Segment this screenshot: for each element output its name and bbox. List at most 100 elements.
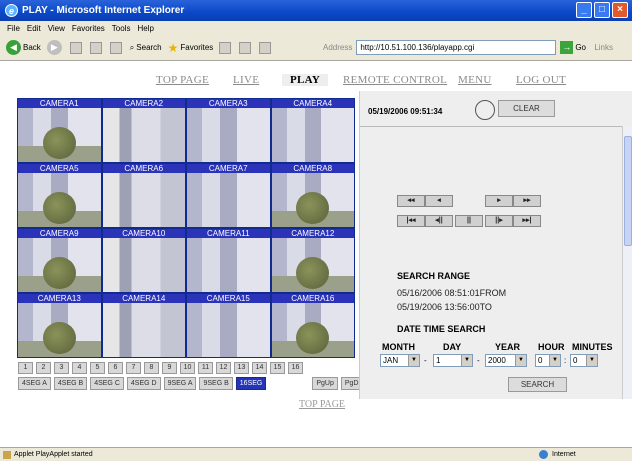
pause-button[interactable]: ||: [455, 215, 483, 227]
camera-title: CAMERA15: [187, 294, 270, 303]
fast-forward-button[interactable]: ▸▸: [513, 195, 541, 207]
status-circle-icon: [475, 100, 495, 120]
camera-number-button[interactable]: 3: [54, 362, 69, 374]
camera-tile[interactable]: CAMERA4: [271, 99, 354, 162]
applet-icon: [3, 451, 11, 459]
camera-tile[interactable]: CAMERA1: [18, 99, 101, 162]
address-input[interactable]: http://10.51.100.136/playapp.cgi: [356, 40, 557, 55]
scrollbar-thumb[interactable]: [624, 136, 632, 246]
segment-button[interactable]: 4SEG B: [53, 377, 88, 390]
menu-favorites[interactable]: Favorites: [72, 24, 105, 33]
menu-help[interactable]: Help: [137, 24, 153, 33]
camera-tile[interactable]: CAMERA11: [187, 229, 270, 292]
camera-number-button[interactable]: 11: [198, 362, 213, 374]
links-label[interactable]: Links: [594, 43, 613, 52]
menu-tools[interactable]: Tools: [112, 24, 131, 33]
camera-number-button[interactable]: 15: [270, 362, 285, 374]
segment-button[interactable]: 4SEG D: [126, 377, 161, 390]
camera-feed-image: [18, 238, 101, 292]
hour-select[interactable]: 0 ▼: [535, 354, 561, 367]
nav-menu[interactable]: MENU: [458, 74, 492, 86]
camera-tile[interactable]: CAMERA9: [18, 229, 101, 292]
camera-number-button[interactable]: 1: [18, 362, 33, 374]
camera-tile[interactable]: CAMERA2: [102, 99, 185, 162]
camera-feed-image: [271, 173, 354, 227]
camera-number-button[interactable]: 10: [180, 362, 195, 374]
camera-number-button[interactable]: 4: [72, 362, 87, 374]
camera-tile[interactable]: CAMERA14: [102, 294, 185, 357]
day-select[interactable]: 1 ▼: [433, 354, 473, 367]
camera-tile[interactable]: CAMERA15: [187, 294, 270, 357]
mail-icon: [239, 41, 252, 54]
status-bar: Applet PlayApplet started Internet: [0, 447, 632, 461]
play-button[interactable]: ▸: [485, 195, 513, 207]
camera-tile[interactable]: CAMERA16: [271, 294, 354, 357]
camera-number-button[interactable]: 13: [234, 362, 249, 374]
nav-play[interactable]: PLAY: [282, 74, 329, 86]
window-titlebar: e PLAY - Microsoft Internet Explorer _ □…: [0, 0, 632, 21]
camera-feed-image: [271, 108, 354, 162]
segment-button[interactable]: 4SEG A: [18, 377, 51, 390]
camera-feed-image: [187, 108, 270, 162]
history-button[interactable]: [219, 41, 233, 54]
step-back-button[interactable]: ◂||: [425, 215, 453, 227]
camera-tile[interactable]: CAMERA10: [102, 229, 185, 292]
search-button[interactable]: SEARCH: [508, 377, 567, 392]
camera-tile[interactable]: CAMERA5: [18, 164, 101, 227]
menu-file[interactable]: File: [7, 24, 20, 33]
favorites-button[interactable]: ★ Favorites: [168, 41, 214, 55]
camera-tile[interactable]: CAMERA13: [18, 294, 101, 357]
camera-tile[interactable]: CAMERA6: [102, 164, 185, 227]
camera-number-button[interactable]: 16: [288, 362, 303, 374]
go-button[interactable]: → Go: [560, 40, 590, 55]
segment-button[interactable]: 9SEG A: [163, 377, 197, 390]
menu-edit[interactable]: Edit: [27, 24, 41, 33]
camera-number-button[interactable]: 9: [162, 362, 177, 374]
camera-tile[interactable]: CAMERA7: [187, 164, 270, 227]
camera-number-button[interactable]: 14: [252, 362, 267, 374]
camera-number-button[interactable]: 7: [126, 362, 141, 374]
nav-log-out[interactable]: LOG OUT: [516, 74, 566, 86]
search-button[interactable]: ⌕ Search: [130, 43, 162, 53]
close-button[interactable]: ×: [612, 2, 628, 18]
camera-number-button[interactable]: 5: [90, 362, 105, 374]
step-forward-button[interactable]: ||▸: [485, 215, 513, 227]
stop-button[interactable]: [69, 41, 84, 54]
fast-rewind-button[interactable]: ◂◂: [397, 195, 425, 207]
nav-remote-control[interactable]: REMOTE CONTROL: [343, 74, 447, 86]
panel-scrollbar[interactable]: [622, 126, 632, 399]
segment-button[interactable]: 9SEG B: [199, 377, 233, 390]
camera-tile[interactable]: CAMERA8: [271, 164, 354, 227]
segment-button[interactable]: 4SEG C: [90, 377, 124, 390]
minimize-button[interactable]: _: [576, 2, 592, 18]
nav-live[interactable]: LIVE: [233, 74, 259, 86]
bottom-top-page-link[interactable]: TOP PAGE: [299, 399, 345, 410]
segment-button[interactable]: 16SEG: [235, 377, 267, 390]
mail-button[interactable]: [239, 41, 253, 54]
camera-number-button[interactable]: 2: [36, 362, 51, 374]
minutes-select[interactable]: 0 ▼: [570, 354, 598, 367]
clear-button[interactable]: CLEAR: [498, 100, 555, 117]
refresh-button[interactable]: [89, 41, 104, 54]
camera-title: CAMERA6: [102, 164, 185, 173]
page-up-button[interactable]: PgUp: [312, 377, 338, 390]
skip-end-button[interactable]: ▸▸|: [513, 215, 541, 227]
back-arrow-icon: ◀: [6, 40, 21, 55]
maximize-button[interactable]: □: [594, 2, 610, 18]
camera-tile[interactable]: CAMERA3: [187, 99, 270, 162]
back-button[interactable]: ◀ Back: [6, 40, 41, 55]
month-select[interactable]: JAN ▼: [380, 354, 420, 367]
camera-number-button[interactable]: 6: [108, 362, 123, 374]
skip-start-button[interactable]: |◂◂: [397, 215, 425, 227]
camera-number-button[interactable]: 8: [144, 362, 159, 374]
camera-number-button[interactable]: 12: [216, 362, 231, 374]
year-select[interactable]: 2000 ▼: [485, 354, 527, 367]
print-button[interactable]: [259, 41, 273, 54]
forward-button[interactable]: ▶: [46, 40, 64, 55]
home-button[interactable]: [109, 41, 124, 54]
menu-view[interactable]: View: [48, 24, 65, 33]
camera-tile[interactable]: CAMERA12: [271, 229, 354, 292]
rewind-button[interactable]: ◂: [425, 195, 453, 207]
nav-top-page[interactable]: TOP PAGE: [156, 74, 209, 86]
